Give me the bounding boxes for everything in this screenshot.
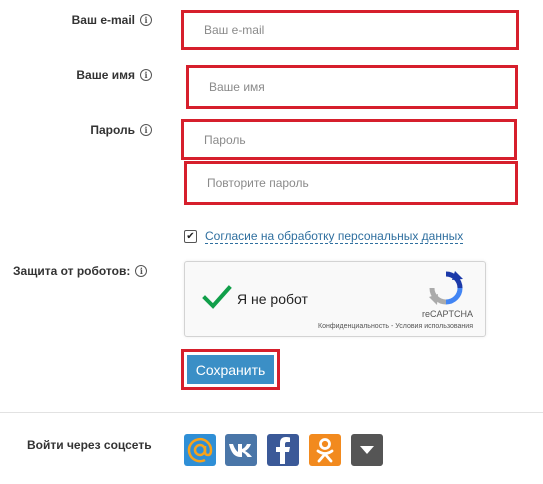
- email-field: [181, 10, 519, 50]
- social-login-label: Войти через соцсеть: [27, 438, 152, 452]
- info-icon[interactable]: i: [140, 124, 152, 136]
- facebook-icon: [273, 436, 293, 464]
- divider: [0, 412, 543, 413]
- consent-link[interactable]: Согласие на обработку персональных данны…: [205, 229, 464, 244]
- social-button-more[interactable]: [351, 434, 383, 466]
- password-field: [181, 119, 517, 160]
- checkmark-icon[interactable]: [202, 284, 232, 310]
- recaptcha-links: Конфиденциальность - Условия использован…: [318, 323, 473, 330]
- save-button-wrapper: Сохранить: [181, 349, 280, 390]
- password-repeat-input[interactable]: [199, 164, 515, 202]
- password-label: Пароль i: [90, 123, 152, 137]
- social-button-mailru[interactable]: [184, 434, 216, 466]
- recaptcha-terms-link[interactable]: Условия использования: [395, 323, 473, 330]
- recaptcha-checkbox-text: Я не робот: [237, 291, 308, 307]
- recaptcha-logo-icon: [428, 270, 464, 306]
- email-label: Ваш e-mail i: [72, 13, 152, 27]
- recaptcha-brand: reCAPTCHA: [421, 309, 473, 319]
- recaptcha-privacy-link[interactable]: Конфиденциальность: [318, 323, 389, 330]
- info-icon[interactable]: i: [135, 265, 148, 277]
- recaptcha-widget: Я не робот reCAPTCHA Конфиденциальность …: [184, 261, 486, 337]
- social-button-vk[interactable]: [225, 434, 257, 466]
- social-button-odnoklassniki[interactable]: [309, 434, 341, 466]
- at-icon: [187, 437, 213, 463]
- captcha-label: Защита от роботов: i: [13, 264, 148, 278]
- info-icon[interactable]: i: [140, 69, 152, 81]
- save-button[interactable]: Сохранить: [187, 355, 274, 384]
- consent-checkbox[interactable]: ✔: [184, 230, 197, 243]
- name-label: Ваше имя i: [76, 68, 152, 82]
- email-input[interactable]: [196, 13, 516, 47]
- name-input[interactable]: [201, 68, 515, 106]
- vk-icon: [228, 442, 254, 458]
- consent-row: ✔ Согласие на обработку персональных дан…: [184, 229, 464, 244]
- name-field: [186, 65, 518, 109]
- ok-icon: [315, 437, 335, 463]
- chevron-down-icon: [358, 444, 376, 456]
- info-icon[interactable]: i: [140, 14, 152, 26]
- password-repeat-field: [184, 161, 518, 205]
- social-button-facebook[interactable]: [267, 434, 299, 466]
- password-input[interactable]: [196, 122, 514, 157]
